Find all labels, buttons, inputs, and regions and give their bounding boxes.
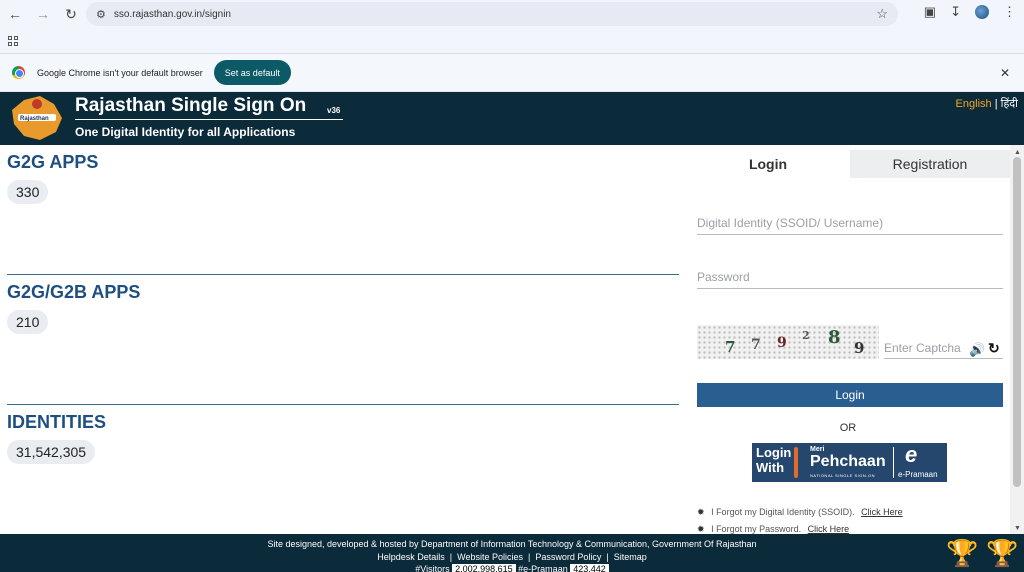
reload-icon[interactable]: ↻	[60, 3, 82, 25]
apps-grid-icon[interactable]	[8, 35, 18, 46]
stat-title-g2g-g2b: G2G/G2B APPS	[7, 282, 141, 302]
address-bar[interactable]: ⚙ sso.rajasthan.gov.in/signin ☆	[86, 2, 898, 26]
epramaan-count: 423,442	[570, 564, 609, 572]
close-icon[interactable]: ✕	[1000, 66, 1010, 80]
profile-avatar[interactable]	[975, 5, 989, 19]
login-button[interactable]: Login	[697, 383, 1003, 407]
divider	[7, 274, 679, 275]
login-tabs: Login Registration	[686, 150, 1010, 178]
browser-toolbar: ← → ↻ ⚙ sso.rajasthan.gov.in/signin ☆ ▣ …	[0, 0, 1024, 28]
site-tagline: One Digital Identity for all Application…	[75, 125, 296, 139]
footer-counters: #Visitors 2,002,998,615 #e-Pramaan 423,4…	[0, 564, 1024, 572]
forgot-ssoid: ✹ I Forgot my Digital Identity (SSOID). …	[697, 507, 903, 517]
divider	[7, 404, 679, 405]
password-policy-link[interactable]: Password Policy	[535, 552, 601, 562]
version-label: v36	[327, 106, 341, 115]
stat-title-identities: IDENTITIES	[7, 412, 107, 432]
sitemap-link[interactable]: Sitemap	[614, 552, 647, 562]
epramaan-label: e-Pramaan	[898, 470, 938, 479]
refresh-icon[interactable]: ↻	[988, 340, 1000, 357]
infobar-message: Google Chrome isn't your default browser	[37, 67, 203, 78]
epramaan-logo-icon: e	[905, 442, 918, 467]
epramaan-counter-label: #e-Pramaan	[518, 564, 568, 572]
pehchaan-meri: Meri	[810, 446, 825, 453]
site-title: Rajasthan Single Sign On	[75, 95, 307, 116]
helpdesk-link[interactable]: Helpdesk Details	[377, 552, 445, 562]
bullet-icon: ✹	[697, 507, 705, 517]
lang-english-link[interactable]: English	[956, 98, 992, 110]
stats-section: G2G APPS 330 G2G/G2B APPS 210 IDENTITIES…	[0, 145, 686, 534]
pehchaan-subtitle: NATIONAL SINGLE SIGN-ON	[810, 473, 876, 478]
rajasthan-logo: Rajasthan	[12, 96, 62, 140]
login-panel: Login Registration Digital Identity (SSO…	[686, 145, 1010, 534]
visitors-label: #Visitors	[415, 564, 450, 572]
stat-value-g2g-g2b: 210	[7, 310, 49, 334]
pehchaan-divider	[893, 447, 894, 478]
password-field[interactable]: Password	[697, 266, 1003, 289]
pehchaan-mark-icon	[794, 447, 798, 478]
pehchaan-login-text: Login With	[756, 445, 792, 475]
captcha-image: 7 7 9 2 8 9	[697, 325, 879, 359]
stat-value-identities: 31,542,305	[7, 440, 96, 464]
visitors-count: 2,002,998,615	[452, 564, 516, 572]
tab-registration[interactable]: Registration	[850, 150, 1010, 178]
lang-separator: |	[994, 98, 998, 110]
back-icon[interactable]: ←	[4, 3, 26, 25]
url-text: sso.rajasthan.gov.in/signin	[113, 8, 231, 20]
site-header: Rajasthan Rajasthan Single Sign On v36 O…	[0, 92, 1024, 145]
forgot-password: ✹ I Forgot my Password. Click Here	[697, 524, 850, 534]
bullet-icon: ✹	[697, 524, 705, 534]
or-separator: OR	[839, 422, 857, 434]
footer-links: Helpdesk Details | Website Policies | Pa…	[377, 552, 647, 562]
scrollbar-thumb[interactable]	[1013, 157, 1021, 487]
language-switcher: English | हिंदी	[956, 96, 1018, 111]
forgot-password-link[interactable]: Click Here	[808, 524, 850, 534]
login-with-pehchaan-button[interactable]: Login With Meri Pehchaan NATIONAL SINGLE…	[752, 442, 947, 482]
website-policies-link[interactable]: Website Policies	[457, 552, 523, 562]
pehchaan-name: Pehchaan	[810, 453, 886, 470]
extensions-icon[interactable]: ▣	[924, 4, 936, 20]
forward-icon[interactable]: →	[32, 3, 54, 25]
tab-login[interactable]: Login	[686, 150, 850, 178]
bookmarks-bar	[0, 28, 1024, 54]
stat-value-g2g: 330	[7, 180, 49, 204]
chrome-logo-icon	[12, 66, 25, 79]
lang-hindi-link[interactable]: हिंदी	[1001, 98, 1018, 110]
trophy-icon: 🏆	[946, 538, 979, 568]
username-field[interactable]: Digital Identity (SSOID/ Username)	[697, 212, 1003, 235]
scroll-up-icon[interactable]: ▲	[1014, 149, 1021, 156]
default-browser-infobar: Google Chrome isn't your default browser…	[0, 54, 1024, 92]
scroll-down-icon[interactable]: ▼	[1014, 525, 1021, 532]
bookmark-star-icon[interactable]: ☆	[876, 6, 888, 22]
set-default-button[interactable]: Set as default	[213, 60, 291, 85]
page-scrollbar[interactable]: ▲ ▼	[1010, 145, 1024, 534]
forgot-ssoid-link[interactable]: Click Here	[861, 507, 903, 517]
site-footer: Site designed, developed & hosted by Dep…	[0, 534, 1024, 572]
trophy-icon: 🏆	[986, 538, 1019, 568]
title-underline	[75, 119, 343, 120]
download-icon[interactable]: ↧	[950, 4, 961, 20]
footer-credits: Site designed, developed & hosted by Dep…	[267, 539, 757, 549]
svg-text:Rajasthan: Rajasthan	[20, 116, 49, 122]
site-info-icon[interactable]: ⚙	[96, 8, 106, 21]
stat-title-g2g: G2G APPS	[7, 152, 99, 172]
speaker-icon[interactable]: 🔊	[969, 342, 985, 358]
menu-kebab-icon[interactable]: ⋮	[1003, 4, 1016, 20]
